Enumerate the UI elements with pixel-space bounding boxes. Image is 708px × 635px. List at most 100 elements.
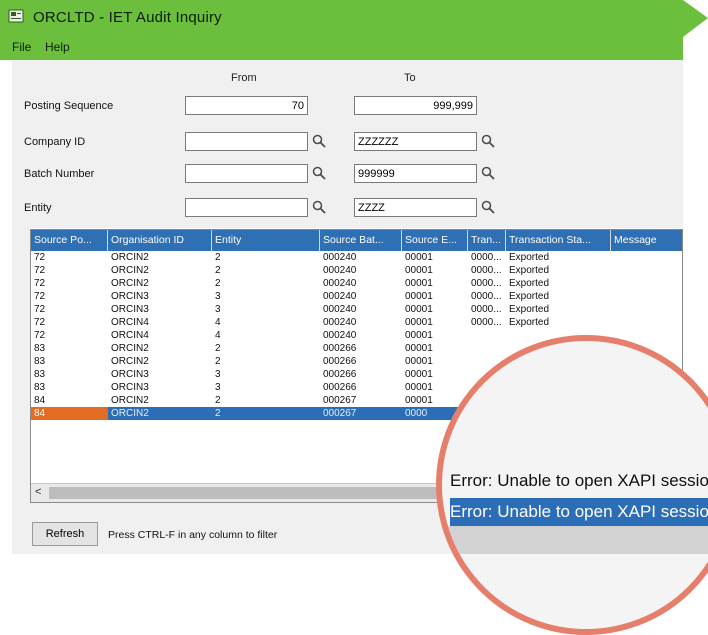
cell-transaction [468, 329, 506, 342]
cell-organisation-id: ORCIN2 [111, 265, 149, 276]
column-header-source-posting[interactable]: Source Po... [31, 230, 108, 251]
cell-organisation-id: ORCIN3 [111, 291, 149, 302]
cell-source-posting: 72 [34, 317, 46, 328]
cell-source-batch: 000266 [323, 343, 357, 354]
entity-to-input[interactable] [354, 198, 477, 217]
cell-organisation-id: ORCIN4 [111, 330, 149, 341]
cell-message [611, 277, 682, 290]
cell-source-batch: 000266 [323, 356, 357, 367]
cell-source-posting: 84 [34, 395, 46, 406]
cell-transaction-status: Exported [509, 265, 550, 276]
entity-from-input[interactable] [185, 198, 308, 217]
cell-message [611, 251, 682, 264]
table-row[interactable]: 72 ORCIN3 3 000240 00001 0000... Exported [31, 303, 682, 316]
column-header-transaction-status[interactable]: Transaction Sta... [506, 230, 611, 251]
cell-transaction-status: Exported [509, 317, 550, 328]
batch-number-to-input[interactable] [354, 164, 477, 183]
cell-source-batch: 000240 [323, 291, 357, 302]
cell-transaction [468, 342, 506, 355]
magnifier-icon[interactable] [480, 199, 496, 215]
table-row[interactable]: 72 ORCIN2 2 000240 00001 0000... Exported [31, 251, 682, 264]
cell-source-entry: 00001 [405, 252, 433, 263]
column-header-source-entry[interactable]: Source E... [402, 230, 468, 251]
cell-entity: 3 [215, 291, 221, 302]
cell-entity: 2 [215, 343, 221, 354]
magnifier-icon[interactable] [480, 165, 496, 181]
column-header-organisation-id[interactable]: Organisation ID [108, 230, 212, 251]
cell-source-entry: 00001 [405, 291, 433, 302]
cell-organisation-id: ORCIN2 [111, 356, 149, 367]
posting-sequence-to-input[interactable] [354, 96, 477, 115]
table-row[interactable]: 72 ORCIN2 2 000240 00001 0000... Exported [31, 264, 682, 277]
magnifier-icon[interactable] [311, 199, 327, 215]
cell-entity: 4 [215, 317, 221, 328]
table-row[interactable]: 72 ORCIN4 4 000240 00001 0000... Exported [31, 316, 682, 329]
cell-organisation-id: ORCIN4 [111, 317, 149, 328]
zoom-scrollbar [442, 526, 708, 554]
cell-source-entry: 00001 [405, 382, 433, 393]
cell-transaction-status: Exported [509, 304, 550, 315]
table-row[interactable]: 72 ORCIN2 2 000240 00001 0000... Exported [31, 277, 682, 290]
menu-file[interactable]: File [12, 40, 31, 54]
cell-source-entry: 00001 [405, 278, 433, 289]
cell-transaction: 0000... [471, 265, 502, 276]
cell-organisation-id: ORCIN2 [111, 278, 149, 289]
window-title: ORCLTD - IET Audit Inquiry [33, 9, 222, 26]
magnifier-icon[interactable] [311, 133, 327, 149]
grid-header: Source Po... Organisation ID Entity Sour… [31, 230, 682, 251]
scrollbar-thumb[interactable] [49, 487, 479, 499]
batch-number-from-input[interactable] [185, 164, 308, 183]
refresh-button[interactable]: Refresh [32, 522, 98, 546]
cell-message [611, 264, 682, 277]
column-header-entity[interactable]: Entity [212, 230, 320, 251]
cell-transaction-status: Exported [509, 291, 550, 302]
company-id-from-input[interactable] [185, 132, 308, 151]
magnifier-icon[interactable] [311, 165, 327, 181]
cell-source-posting: 72 [34, 278, 46, 289]
cell-entity: 4 [215, 330, 221, 341]
column-header-source-batch[interactable]: Source Bat... [320, 230, 402, 251]
cell-message [611, 316, 682, 329]
cell-source-posting: 84 [31, 407, 108, 420]
cell-entity: 2 [215, 356, 221, 367]
column-header-transaction[interactable]: Tran... [468, 230, 506, 251]
cell-organisation-id: ORCIN3 [111, 369, 149, 380]
zoom-error-message-selected: Error: Unable to open XAPI sessio [450, 498, 708, 526]
menu-bar: File Help [0, 37, 683, 60]
batch-number-label: Batch Number [24, 168, 95, 180]
cell-source-batch: 000267 [323, 395, 357, 406]
company-id-label: Company ID [24, 136, 86, 148]
cell-entity: 3 [215, 304, 221, 315]
cell-organisation-id: ORCIN2 [111, 408, 149, 419]
cell-entity: 3 [215, 369, 221, 380]
menu-help[interactable]: Help [45, 40, 70, 54]
cell-organisation-id: ORCIN3 [111, 382, 149, 393]
cell-source-batch: 000240 [323, 252, 357, 263]
cell-transaction-status: Exported [509, 278, 550, 289]
column-header-message[interactable]: Message [611, 230, 682, 251]
cell-source-posting: 83 [34, 343, 46, 354]
cell-entity: 2 [215, 265, 221, 276]
cell-transaction: 0000... [471, 252, 502, 263]
scroll-left-arrow-icon[interactable]: < [35, 486, 41, 498]
posting-sequence-label: Posting Sequence [24, 100, 114, 112]
cell-source-entry: 00001 [405, 356, 433, 367]
cell-source-entry: 00001 [405, 304, 433, 315]
cell-source-entry: 00001 [405, 265, 433, 276]
cell-organisation-id: ORCIN3 [111, 304, 149, 315]
company-id-to-input[interactable] [354, 132, 477, 151]
cell-source-entry: 00001 [405, 369, 433, 380]
cell-transaction: 0000... [471, 304, 502, 315]
from-header: From [231, 72, 257, 84]
posting-sequence-from-input[interactable] [185, 96, 308, 115]
cell-source-posting: 72 [34, 265, 46, 276]
magnifier-icon[interactable] [480, 133, 496, 149]
cell-entity: 2 [215, 252, 221, 263]
cell-entity: 2 [215, 395, 221, 406]
cell-message [611, 290, 682, 303]
cell-entity: 2 [215, 278, 221, 289]
cell-source-posting: 72 [34, 330, 46, 341]
cell-entity: 2 [215, 408, 221, 419]
table-row[interactable]: 72 ORCIN3 3 000240 00001 0000... Exported [31, 290, 682, 303]
cell-source-batch: 000240 [323, 317, 357, 328]
